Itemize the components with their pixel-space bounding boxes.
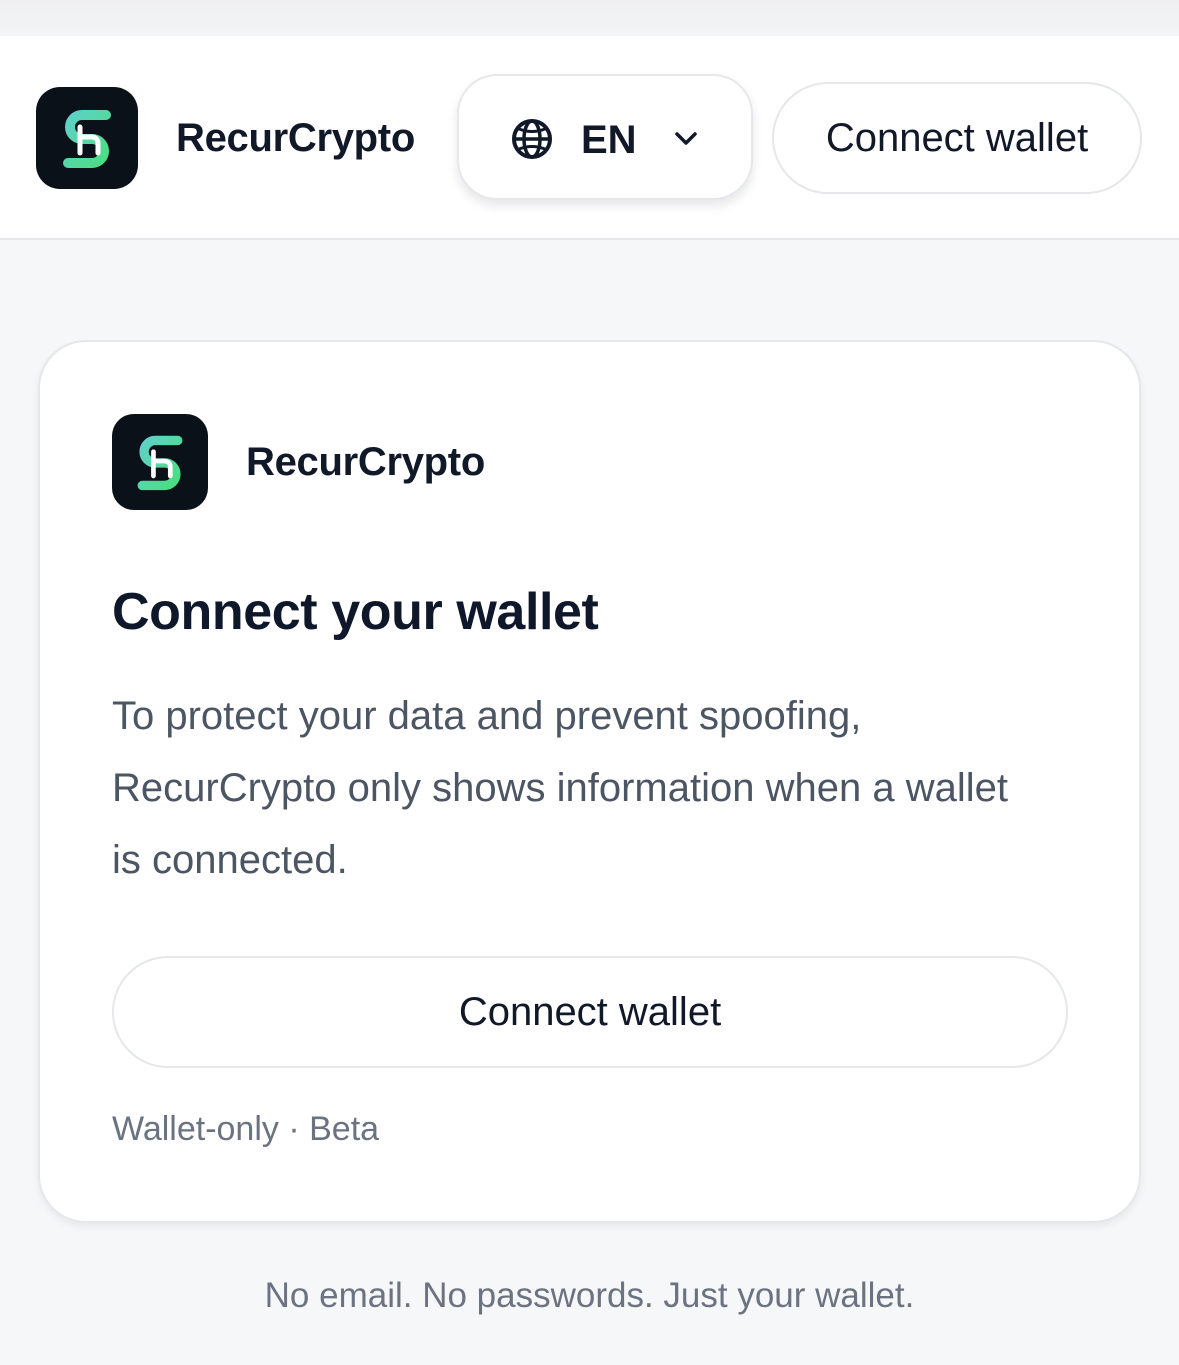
language-selector[interactable]: EN (457, 74, 753, 200)
brand-name: RecurCrypto (176, 116, 415, 160)
card-description: To protect your data and prevent spoofin… (112, 694, 1008, 882)
card-meta-text: Wallet-only · Beta (112, 1110, 380, 1148)
chevron-down-icon (675, 132, 697, 145)
footer-note: No email. No passwords. Just your wallet… (264, 1276, 915, 1315)
connect-wallet-card: RecurCrypto Connect your wallet To prote… (38, 340, 1141, 1223)
card-brand-logo (112, 414, 208, 510)
connect-wallet-header-button[interactable]: Connect wallet (772, 82, 1142, 194)
brand-logo[interactable] (36, 87, 138, 189)
browser-top-strip (0, 0, 1179, 36)
brand-logo-icon (63, 110, 111, 168)
card-brand-name: RecurCrypto (246, 440, 485, 484)
language-label: EN (581, 118, 637, 162)
brand-logo-icon (137, 435, 183, 491)
card-title: Connect your wallet (112, 583, 599, 641)
connect-wallet-button[interactable]: Connect wallet (112, 956, 1068, 1068)
globe-icon (512, 119, 552, 159)
top-header: RecurCrypto EN Connect wallet (0, 36, 1179, 240)
